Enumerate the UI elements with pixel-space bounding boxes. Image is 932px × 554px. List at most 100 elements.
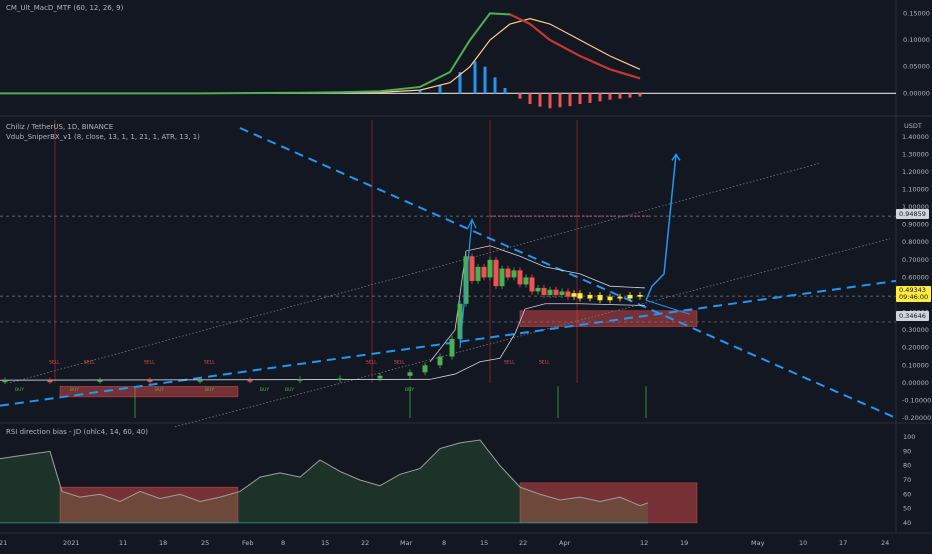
sell-signal-label: SELL [504, 360, 515, 366]
sell-signal-label: SELL [366, 360, 377, 366]
macd-histogram-bar [578, 93, 582, 104]
time-axis-label: 25 [201, 539, 209, 547]
baseline-band [0, 378, 431, 381]
candle [2, 380, 8, 383]
trendline-descending [239, 127, 897, 419]
rsi-title: RSI direction bias - JD (ohlc4, 14, 60, … [6, 428, 148, 436]
sell-signal-label: SELL [394, 360, 405, 366]
time-axis-label: 2021 [63, 539, 80, 547]
rsi-y-tick: 60 [903, 490, 911, 498]
macd-histogram-bar [558, 93, 562, 108]
candle [422, 365, 428, 373]
time-axis-label: Apr [559, 539, 571, 547]
time-axis-label: May [751, 539, 765, 547]
candle [337, 378, 343, 380]
macd-y-tick: 0.15000 [903, 9, 930, 17]
price-y-tick: 0.60000 [902, 273, 929, 281]
price-pane: SELL SELL SELL SELL SELL SELL SELL SELL BUY BUY BU… [0, 120, 931, 428]
countdown: 09:46:00 [899, 293, 929, 301]
candle [499, 268, 505, 287]
macd-histogram-bar [503, 88, 507, 94]
candle [449, 338, 455, 357]
candle [565, 291, 571, 297]
candle [523, 277, 529, 285]
sell-signal-label: SELL [144, 360, 155, 366]
price-y-tick: -0.20000 [902, 414, 931, 422]
candle [47, 380, 53, 383]
buy-signal-label: BUY [70, 387, 79, 393]
candle [517, 270, 523, 285]
high-price-tag: 0.94859 [896, 209, 929, 219]
time-axis-label: 12 [640, 539, 648, 547]
indicator-title: Vdub_SniperBX_v1 (8, close, 13, 1, 1, 21… [6, 133, 200, 141]
macd-y-tick: 0.05000 [903, 63, 930, 71]
channel-lower-line [174, 238, 891, 428]
candle [97, 380, 103, 382]
channel-upper-line [9, 162, 821, 384]
candle [469, 256, 475, 281]
candle [541, 287, 547, 295]
time-axis-label: 22 [361, 539, 369, 547]
candle [559, 291, 565, 295]
buy-signal-label: BUY [285, 387, 294, 393]
price-y-tick: 0.70000 [902, 256, 929, 264]
macd-histogram-bar [493, 77, 497, 94]
time-axis-label: 22 [519, 539, 527, 547]
candle [505, 268, 511, 278]
price-y-tick: 0.10000 [902, 361, 929, 369]
macd-histogram-bar [598, 93, 602, 102]
candle [437, 356, 443, 366]
price-title: Chiliz / TetherUS, 1D, BINANCE [6, 123, 114, 131]
macd-histogram-bar [528, 93, 532, 104]
rsi-area [0, 440, 648, 523]
candle [481, 266, 487, 278]
macd-histogram-bar [548, 93, 552, 109]
price-y-tick: 0.20000 [902, 344, 929, 352]
time-axis-label: 21 [0, 539, 7, 547]
macd-histogram-bar [418, 90, 422, 94]
buy-signal-label: BUY [15, 387, 24, 393]
candle [535, 287, 541, 292]
sell-signal-label: SELL [539, 360, 550, 366]
candle [627, 294, 633, 299]
candle [511, 270, 517, 278]
trendline-ascending [0, 279, 897, 407]
sell-signal-label: SELL [84, 360, 95, 366]
candle [547, 289, 553, 295]
time-axis-label: Mar [400, 539, 413, 547]
macd-histogram-bar [588, 93, 592, 103]
rsi-y-tick: 40 [903, 519, 911, 527]
price-y-tick: 0.00000 [902, 379, 929, 387]
macd-y-tick: 0.00000 [903, 89, 930, 97]
chart-svg: 0.15000 0.10000 0.05000 0.00000 SELL SELL SEL… [0, 0, 932, 547]
projection-path [645, 154, 677, 301]
macd-histogram-bar [518, 93, 522, 99]
candle [297, 379, 303, 381]
rsi-y-tick: 70 [903, 476, 911, 484]
rsi-y-tick: 100 [903, 433, 915, 441]
candle [577, 293, 583, 299]
candle [597, 294, 603, 301]
buy-signal-label: BUY [155, 387, 164, 393]
candle [607, 296, 613, 301]
candle [407, 372, 413, 376]
time-axis-label: 24 [881, 539, 889, 547]
last-price-tag: 0.49343 09:46:00 [896, 286, 932, 302]
candle [587, 294, 593, 299]
chart-stage: 0.15000 0.10000 0.05000 0.00000 SELL SELL SEL… [0, 0, 932, 550]
buy-signal-label: BUY [205, 387, 214, 393]
axes: 21 2021 11 18 25 Feb 8 15 22 Mar 8 15 22 Apr 12 19 May 10… [0, 539, 889, 547]
time-axis-label: 10 [799, 539, 807, 547]
time-axis-label: Feb [242, 539, 254, 547]
rsi-pane: 100 90 80 70 60 50 40 [0, 433, 915, 527]
macd-histogram-bar [628, 93, 632, 98]
macd-histogram-bar [638, 93, 642, 97]
currency-label: USDT [904, 122, 922, 130]
time-axis-label: 19 [680, 539, 688, 547]
price-y-tick: 1.10000 [902, 186, 929, 194]
candle [147, 380, 153, 382]
time-axis-label: 17 [839, 539, 847, 547]
buy-signal-label: BUY [260, 387, 269, 393]
macd-histogram-bar [483, 66, 487, 94]
candle [637, 294, 643, 297]
